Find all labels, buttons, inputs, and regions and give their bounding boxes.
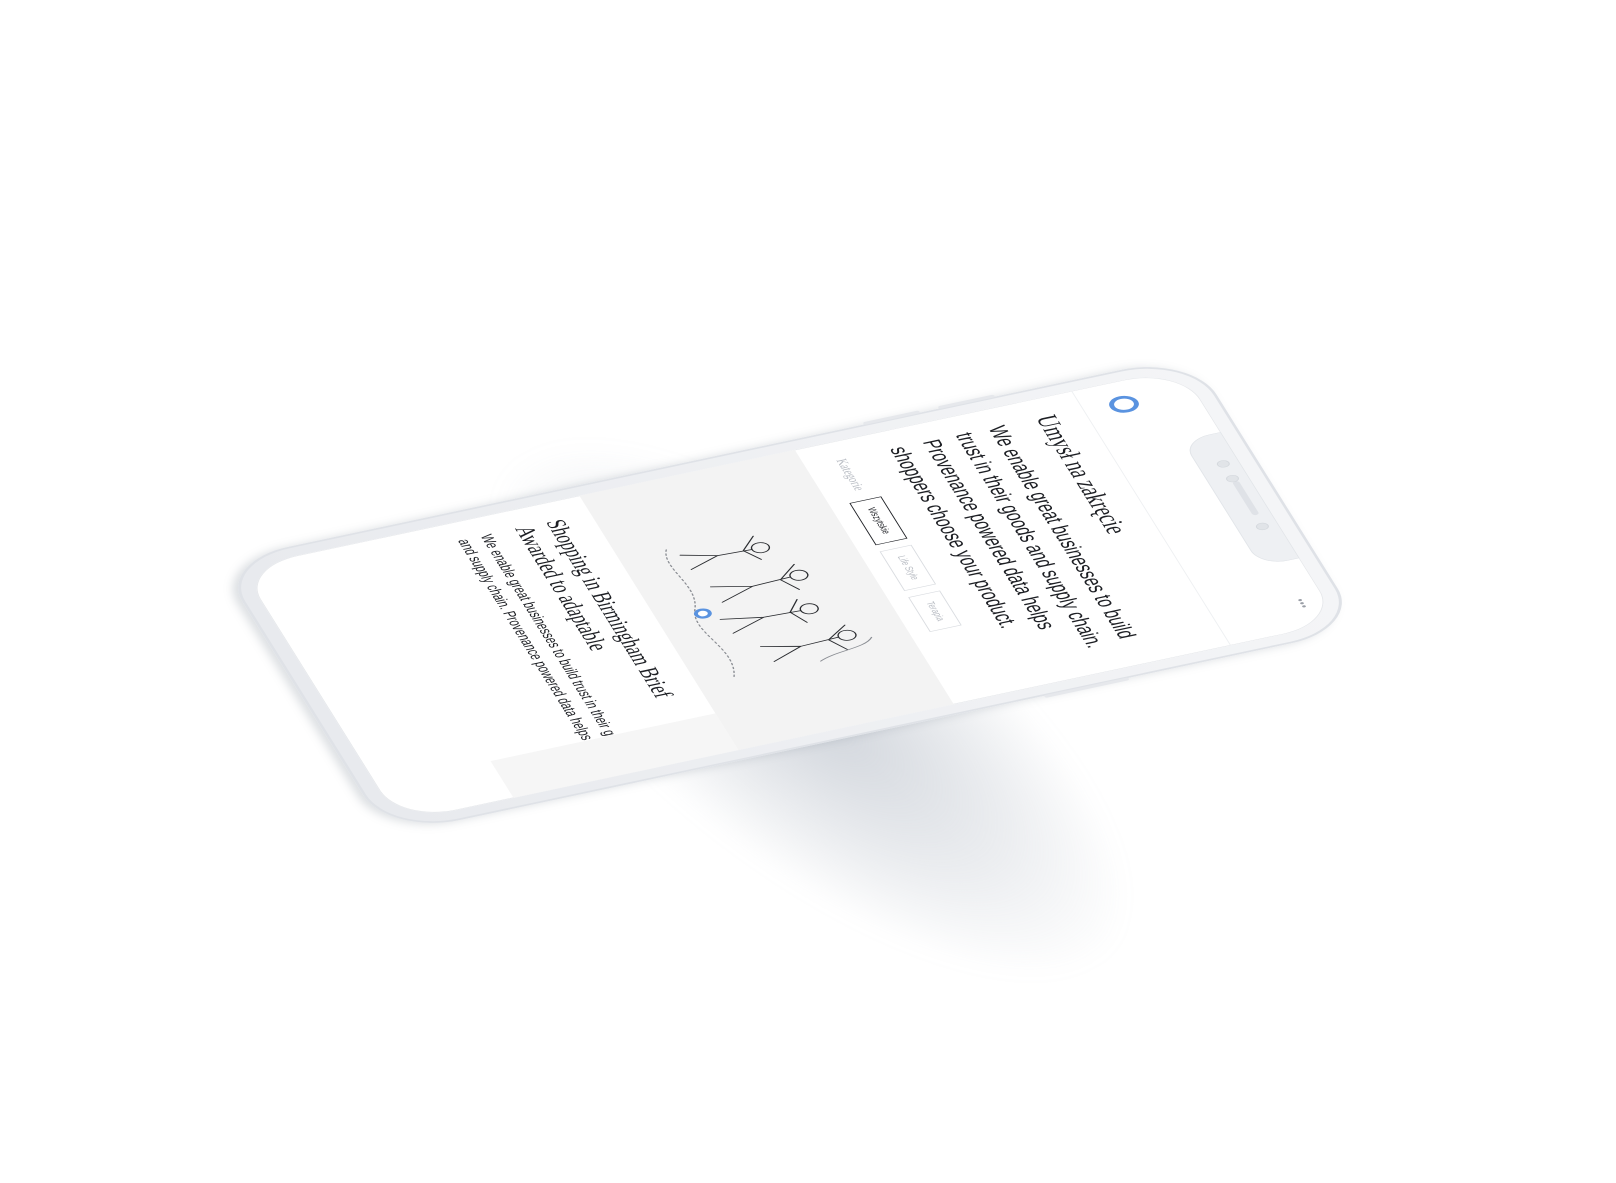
sensor-right-icon: [1254, 521, 1271, 532]
more-dots-icon[interactable]: •••: [1292, 597, 1313, 610]
mockup-stage: ••• Umysł na zakręcie We enable great bu…: [0, 0, 1616, 1183]
ring-logo-icon[interactable]: [1105, 393, 1143, 416]
front-camera-icon: [1215, 459, 1232, 469]
category-label: Kategorie: [832, 457, 868, 492]
category-chip-all[interactable]: Wszytskie: [849, 496, 908, 546]
category-chip-therapy[interactable]: Terapia: [908, 590, 962, 632]
category-chip-lifestyle[interactable]: Life Style: [879, 544, 937, 591]
